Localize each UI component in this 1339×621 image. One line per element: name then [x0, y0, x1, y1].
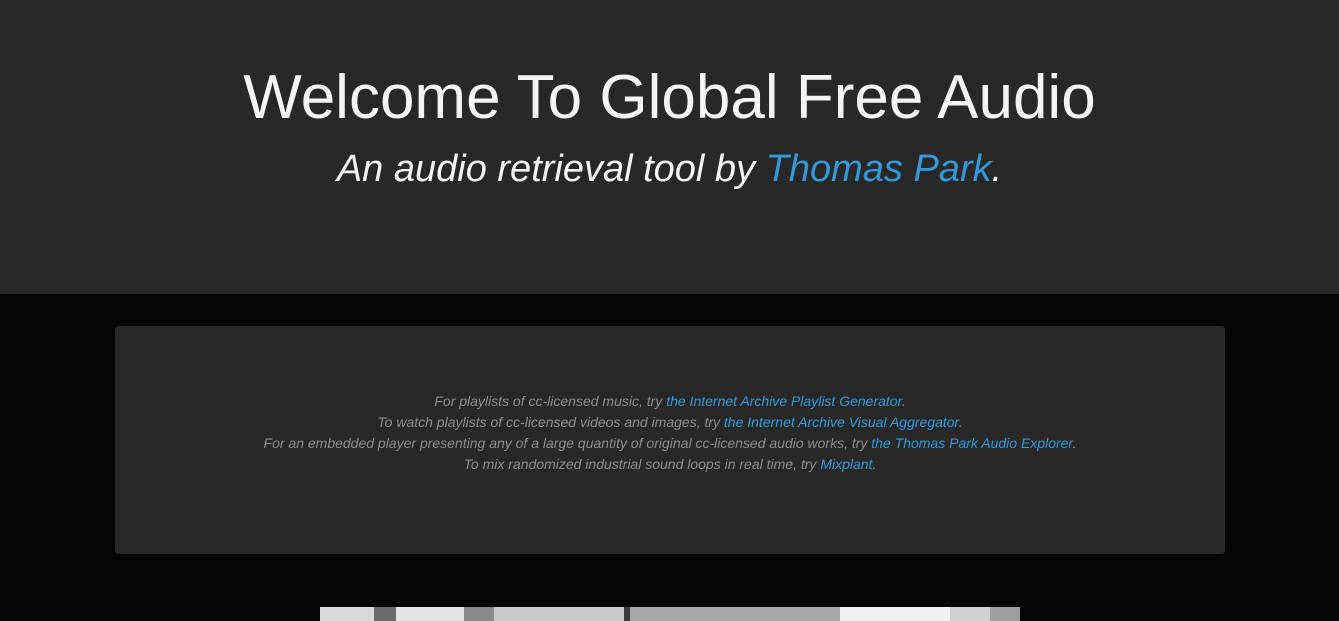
photo-strip [950, 607, 990, 621]
info-line-text: To mix randomized industrial sound loops… [463, 456, 821, 472]
author-link[interactable]: Thomas Park [766, 148, 992, 190]
info-line-playlist: For playlists of cc-licensed music, try … [115, 391, 1225, 412]
info-line-text: To watch playlists of cc-licensed videos… [377, 414, 724, 430]
photo-strip [320, 607, 374, 621]
audio-explorer-link[interactable]: the Thomas Park Audio Explorer [871, 435, 1072, 451]
header-photo [320, 607, 1020, 621]
info-line-visual: To watch playlists of cc-licensed videos… [115, 412, 1225, 433]
photo-strip [396, 607, 464, 621]
photo-strip [840, 607, 950, 621]
photo-strip [494, 607, 624, 621]
info-line-suffix: . [958, 414, 963, 430]
info-line-text: For playlists of cc-licensed music, try [434, 393, 667, 409]
info-line-explorer: For an embedded player presenting any of… [115, 433, 1225, 454]
visual-aggregator-link[interactable]: the Internet Archive Visual Aggregator [724, 414, 959, 430]
info-line-suffix: . [872, 456, 877, 472]
subtitle-suffix: . [991, 148, 1003, 190]
playlist-generator-link[interactable]: the Internet Archive Playlist Generator [666, 393, 902, 409]
mixplant-link[interactable]: Mixplant [820, 456, 872, 472]
photo-strip [990, 607, 1020, 621]
info-line-suffix: . [1072, 435, 1077, 451]
hero-banner: Welcome To Global Free Audio An audio re… [0, 0, 1339, 294]
photo-strip [374, 607, 396, 621]
subtitle-prefix: An audio retrieval tool by [336, 148, 766, 190]
info-lines: For playlists of cc-licensed music, try … [115, 391, 1225, 475]
info-line-mixplant: To mix randomized industrial sound loops… [115, 454, 1225, 475]
page-subtitle: An audio retrieval tool by Thomas Park. [0, 146, 1339, 192]
info-panel: For playlists of cc-licensed music, try … [115, 326, 1225, 554]
info-line-text: For an embedded player presenting any of… [263, 435, 872, 451]
photo-strip [630, 607, 840, 621]
info-line-suffix: . [901, 393, 906, 409]
page-title: Welcome To Global Free Audio [243, 63, 1096, 132]
photo-strip [464, 607, 494, 621]
